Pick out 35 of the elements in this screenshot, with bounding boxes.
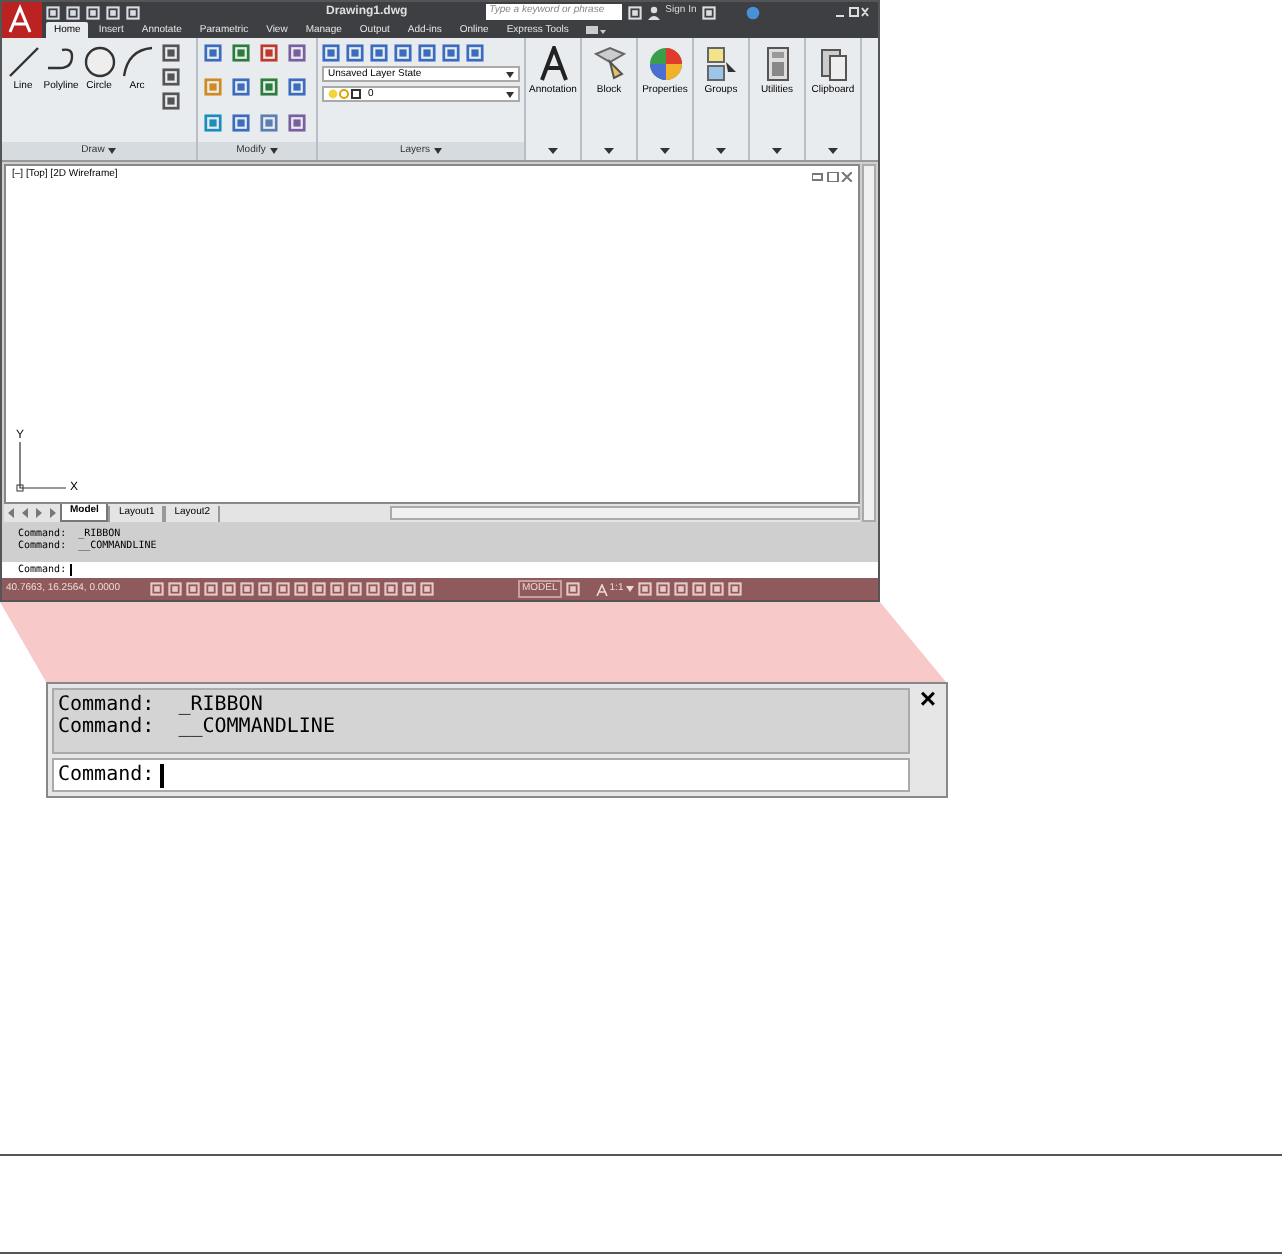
dropdown-arrow-icon[interactable] bbox=[660, 148, 670, 154]
circle-icon bbox=[81, 44, 117, 80]
horizontal-scrollbar[interactable] bbox=[390, 506, 860, 520]
letter-a-icon bbox=[535, 46, 571, 82]
caret-icon[interactable] bbox=[108, 148, 117, 154]
viewport-controls-icon[interactable] bbox=[812, 172, 852, 182]
annotation-scale-icon[interactable] bbox=[595, 583, 608, 595]
groups-icon bbox=[703, 46, 739, 82]
dropdown-arrow-icon[interactable] bbox=[772, 148, 782, 154]
command-line: Command: _RIBBON bbox=[58, 694, 265, 716]
color-wheel-icon bbox=[647, 46, 683, 82]
panel-options-icon[interactable] bbox=[586, 26, 607, 36]
layout-icon[interactable] bbox=[565, 582, 580, 596]
layer-properties-icon[interactable] bbox=[328, 88, 364, 100]
window-controls-icon[interactable] bbox=[834, 6, 870, 18]
clipboard-icon bbox=[815, 46, 851, 82]
dropdown-arrow-icon[interactable] bbox=[716, 148, 726, 154]
line-icon bbox=[5, 44, 41, 80]
command-line: Command: __COMMANDLINE bbox=[58, 716, 337, 738]
help-icon[interactable] bbox=[746, 5, 761, 19]
caret-icon[interactable] bbox=[506, 91, 514, 97]
caret-icon[interactable] bbox=[506, 71, 514, 77]
dropdown-arrow-icon[interactable] bbox=[604, 148, 614, 154]
caret-icon[interactable] bbox=[434, 148, 442, 154]
command-input[interactable]: Command: bbox=[52, 758, 910, 792]
vertical-scrollbar[interactable] bbox=[862, 164, 876, 522]
dropdown-arrow-icon[interactable] bbox=[548, 148, 558, 154]
caret-icon[interactable] bbox=[269, 148, 278, 154]
close-button[interactable]: × bbox=[910, 684, 946, 712]
tab-navigation-icon[interactable] bbox=[4, 506, 60, 520]
dropdown-arrow-icon[interactable] bbox=[828, 148, 838, 154]
arc-icon bbox=[119, 44, 155, 80]
user-icon[interactable] bbox=[647, 5, 660, 19]
autocad-logo[interactable] bbox=[2, 2, 42, 38]
block-icon bbox=[591, 46, 627, 82]
